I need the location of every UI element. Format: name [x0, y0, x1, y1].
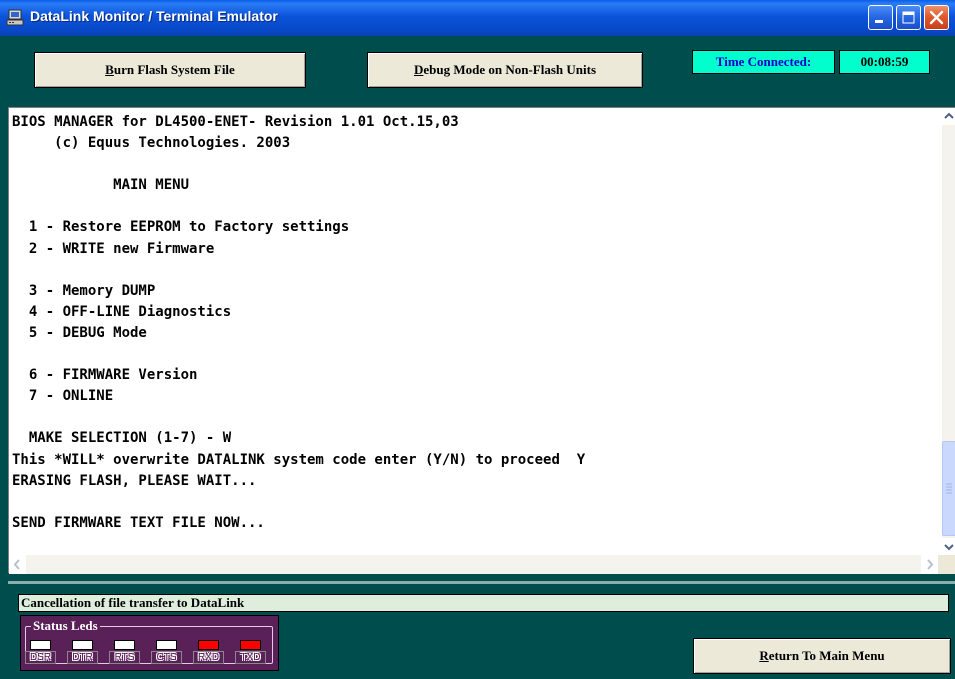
terminal-output[interactable]: BIOS MANAGER for DL4500-ENET- Revision 1… — [8, 107, 955, 574]
led-label: DTR — [67, 651, 98, 664]
led-cts: CTS — [151, 640, 182, 664]
led-label: DSR — [25, 651, 56, 664]
led-label: RXD — [193, 651, 224, 664]
led-rts: RTS — [109, 640, 140, 664]
scroll-left-button[interactable] — [9, 555, 26, 574]
led-label: TXD — [235, 651, 266, 664]
led-rxd: RXD — [193, 640, 224, 664]
burn-button-label: urn Flash System File — [113, 62, 235, 77]
horizontal-scrollbar[interactable] — [9, 555, 955, 574]
status-leds-panel: Status Leds DSR DTR RTS CTS RXD TXD — [20, 615, 279, 671]
led-indicator — [156, 640, 177, 650]
app-window: DataLink Monitor / Terminal Emulator Bur… — [0, 0, 955, 679]
minimize-button[interactable] — [868, 5, 893, 30]
minimize-icon — [875, 20, 883, 23]
status-leds-title: Status Leds — [31, 618, 100, 634]
led-indicator — [114, 640, 135, 650]
time-connected-label: Time Connected: — [692, 50, 835, 74]
burn-button-accel: B — [105, 62, 114, 77]
scrollbar-thumb[interactable] — [942, 441, 955, 536]
burn-flash-system-file-button[interactable]: Burn Flash System File — [34, 52, 306, 88]
close-icon — [929, 10, 944, 25]
return-button-label: eturn To Main Menu — [768, 648, 885, 663]
debug-button-accel: D — [413, 62, 424, 77]
scroll-right-button[interactable] — [921, 555, 938, 574]
debug-mode-button[interactable]: Debug Mode on Non-Flash Units — [367, 52, 643, 88]
window-title: DataLink Monitor / Terminal Emulator — [30, 8, 278, 24]
scrollbar-corner — [938, 555, 955, 574]
terminal-text[interactable]: BIOS MANAGER for DL4500-ENET- Revision 1… — [12, 112, 932, 552]
scroll-down-button[interactable] — [942, 538, 955, 555]
terminal-computer-icon — [6, 9, 24, 26]
debug-button-label: ebug Mode on Non-Flash Units — [423, 62, 597, 77]
maximize-button[interactable] — [896, 5, 921, 30]
divider — [8, 581, 955, 584]
led-indicator — [30, 640, 51, 650]
time-connected-value: 00:08:59 — [839, 50, 930, 74]
led-indicator — [72, 640, 93, 650]
close-button[interactable] — [924, 5, 949, 30]
led-dtr: DTR — [67, 640, 98, 664]
led-indicator — [198, 640, 219, 650]
return-button-accel: R — [759, 648, 769, 663]
status-message: Cancellation of file transfer to DataLin… — [18, 594, 949, 612]
grip-icon — [946, 483, 952, 494]
chevron-left-icon — [13, 559, 20, 570]
chevron-down-icon — [944, 544, 954, 551]
led-label: CTS — [151, 651, 182, 664]
led-txd: TXD — [235, 640, 266, 664]
maximize-icon — [902, 11, 915, 24]
return-to-main-menu-button[interactable]: Return To Main Menu — [693, 638, 951, 674]
vertical-scrollbar[interactable] — [942, 108, 955, 555]
chevron-right-icon — [927, 559, 934, 570]
title-bar[interactable]: DataLink Monitor / Terminal Emulator — [0, 0, 955, 36]
scroll-up-button[interactable] — [942, 108, 955, 125]
led-indicator — [240, 640, 261, 650]
led-label: RTS — [109, 651, 140, 664]
led-dsr: DSR — [25, 640, 56, 664]
chevron-up-icon — [944, 112, 954, 119]
